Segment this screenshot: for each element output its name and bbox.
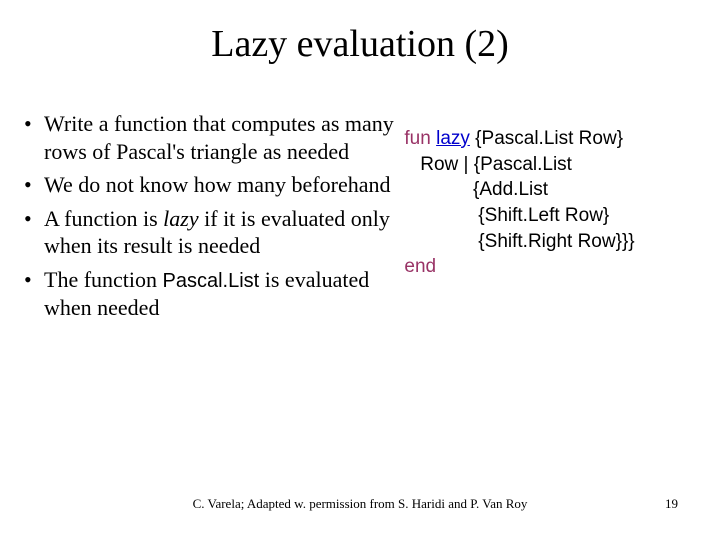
left-column: Write a function that computes as many r… (20, 110, 404, 327)
page-number: 19 (665, 496, 678, 512)
bullet-3: A function is lazy if it is evaluated on… (20, 205, 394, 260)
code-line-3: {Add.List (404, 179, 548, 200)
bullet-4: The function Pascal.List is evaluated wh… (20, 266, 394, 322)
bullet-list: Write a function that computes as many r… (20, 110, 394, 321)
bullet-4-mono: Pascal.List (163, 270, 260, 292)
code-line-1b: {Pascal.List Row} (470, 128, 623, 149)
bullet-3-a: A function is (44, 206, 163, 231)
bullet-2-text: We do not know how many beforehand (44, 172, 390, 197)
code-line-5: {Shift.Right Row}}} (404, 231, 634, 252)
bullet-3-lazy: lazy (163, 206, 198, 231)
footer-credit: C. Varela; Adapted w. permission from S.… (0, 496, 720, 512)
right-column: fun lazy {Pascal.List Row} Row | {Pascal… (404, 110, 700, 280)
bullet-4-a: The function (44, 267, 163, 292)
bullet-1-text: Write a function that computes as many r… (44, 111, 394, 164)
slide: Lazy evaluation (2) Write a function tha… (0, 0, 720, 540)
bullet-1: Write a function that computes as many r… (20, 110, 394, 165)
code-line-4: {Shift.Left Row} (404, 205, 609, 226)
code-line-2: Row | {Pascal.List (404, 154, 572, 175)
slide-title: Lazy evaluation (2) (0, 22, 720, 66)
bullet-2: We do not know how many beforehand (20, 171, 394, 199)
kw-lazy: lazy (436, 128, 470, 149)
kw-fun: fun (404, 128, 430, 149)
kw-end: end (404, 256, 436, 277)
code-block: fun lazy {Pascal.List Row} Row | {Pascal… (404, 126, 700, 280)
slide-body: Write a function that computes as many r… (20, 110, 700, 327)
